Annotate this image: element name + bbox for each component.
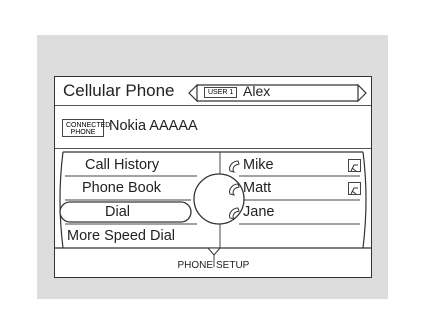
menu-item-call-history[interactable]: Call History xyxy=(85,157,159,173)
footer-phone[interactable]: PHONE xyxy=(175,260,213,271)
header-divider xyxy=(55,105,371,106)
menu-item-more-speed-dial[interactable]: More Speed Dial xyxy=(67,228,175,244)
connected-tag-line1: CONNECTED xyxy=(66,122,111,129)
speed-dial-mike[interactable]: Mike xyxy=(243,157,274,173)
user-name[interactable]: Alex xyxy=(243,83,270,99)
connected-phone-name: Nokia AAAAA xyxy=(109,118,198,134)
page-title: Cellular Phone xyxy=(63,81,175,100)
speed-dial-jane[interactable]: Jane xyxy=(243,204,274,220)
down-arrow-icon[interactable] xyxy=(207,247,221,257)
footer-setup[interactable]: SETUP xyxy=(216,260,249,271)
phone-badge-icon xyxy=(348,182,361,195)
menu-item-phone-book[interactable]: Phone Book xyxy=(82,180,161,196)
phone-screen: Cellular Phone USER 1 Alex CONNECTED PHO… xyxy=(54,76,372,278)
speed-dial-matt[interactable]: Matt xyxy=(243,180,271,196)
handset-icon xyxy=(229,183,240,196)
left-arrow-icon[interactable] xyxy=(188,85,198,101)
connected-phone-tag: CONNECTED PHONE xyxy=(62,119,111,137)
connected-tag-line2: PHONE xyxy=(70,129,96,136)
handset-icon xyxy=(229,160,240,173)
phone-badge-icon xyxy=(348,159,361,172)
handset-icon xyxy=(229,207,240,220)
right-arrow-icon[interactable] xyxy=(358,85,368,101)
menu-item-dial[interactable]: Dial xyxy=(105,204,130,220)
user-tag: USER 1 xyxy=(204,87,238,98)
